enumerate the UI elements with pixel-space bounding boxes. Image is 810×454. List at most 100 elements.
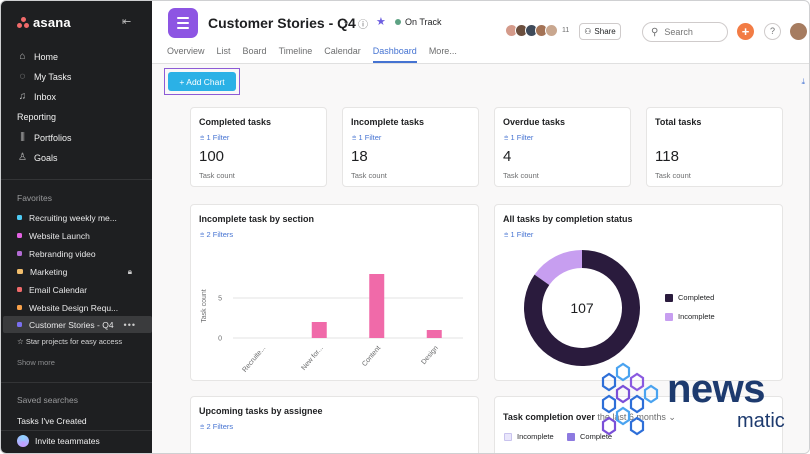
filter-label: 1 Filter: [206, 133, 230, 142]
tab-timeline[interactable]: Timeline: [279, 46, 313, 63]
filter-icon: ⩧: [504, 133, 509, 142]
bar: [426, 330, 442, 338]
sidebar-item-label: Goals: [34, 152, 58, 163]
favorite-project-customer-stories[interactable]: Customer Stories - Q4 •••: [3, 316, 152, 333]
stat-card-incomplete[interactable]: Incomplete tasks ⩧ 1 Filter 18 Task coun…: [342, 107, 479, 187]
card-title: Completed tasks: [199, 117, 272, 127]
project-color-dot: [17, 322, 22, 327]
show-more-link[interactable]: Show more: [17, 358, 55, 367]
status-badge[interactable]: On Track: [395, 17, 442, 27]
favorite-project-marketing[interactable]: Marketing 🔒︎: [17, 263, 146, 280]
filter-link[interactable]: ⩧ 1 Filter: [504, 133, 533, 143]
x-tick-label: Design: [420, 345, 439, 366]
help-button[interactable]: ?: [764, 23, 781, 40]
search-box[interactable]: ⚲: [642, 22, 728, 42]
lock-icon: 🔒︎: [127, 266, 132, 276]
stat-unit: Task count: [503, 171, 539, 180]
saved-search-tasks-created[interactable]: Tasks I've Created: [17, 416, 87, 426]
project-color-dot: [17, 233, 22, 238]
tab-dashboard[interactable]: Dashboard: [372, 46, 417, 63]
favorite-project-recruiting[interactable]: Recruiting weekly me...: [17, 209, 146, 226]
invite-label: Invite teammates: [35, 436, 100, 446]
favorite-label: Marketing: [30, 266, 68, 277]
tab-calendar[interactable]: Calendar: [324, 46, 361, 63]
favorite-project-email-calendar[interactable]: Email Calendar: [17, 281, 146, 298]
chart-card-upcoming-by-assignee[interactable]: Upcoming tasks by assignee ⩧ 2 Filters: [190, 396, 479, 453]
favorite-project-website-design[interactable]: Website Design Requ...: [17, 299, 146, 316]
filter-link[interactable]: ⩧ 2 Filters: [200, 422, 233, 432]
invite-teammates-button[interactable]: Invite teammates: [17, 435, 100, 447]
card-title-text: Task completion over: [503, 412, 595, 422]
tab-board[interactable]: Board: [243, 46, 267, 63]
legend-incomplete: Incomplete: [665, 312, 715, 321]
sidebar-item-goals[interactable]: ♙ Goals: [17, 152, 58, 163]
stat-card-total[interactable]: Total tasks 118 Task count: [646, 107, 783, 187]
add-chart-button[interactable]: + Add Chart: [168, 72, 236, 91]
project-title[interactable]: Customer Stories - Q4: [208, 15, 356, 31]
asana-logo-icon: [17, 17, 29, 28]
quick-add-button[interactable]: +: [737, 23, 754, 40]
user-avatar[interactable]: [790, 23, 807, 40]
filter-link[interactable]: ⩧ 1 Filter: [200, 133, 229, 143]
stat-card-completed[interactable]: Completed tasks ⩧ 1 Filter 100 Task coun…: [190, 107, 327, 187]
search-input[interactable]: [664, 27, 715, 37]
status-text: On Track: [405, 17, 442, 27]
favorites-header: Favorites: [17, 193, 52, 203]
sidebar-item-label: Portfolios: [34, 132, 72, 143]
favorite-label: Website Launch: [29, 230, 90, 241]
legend-completed: Completed: [665, 293, 714, 302]
bar-chart-icon: [17, 269, 23, 274]
stat-card-overdue[interactable]: Overdue tasks ⩧ 1 Filter 4 Task count: [494, 107, 631, 187]
download-icon[interactable]: ⤓: [801, 77, 805, 87]
x-tick-label: Content: [361, 345, 382, 368]
tab-more[interactable]: More...: [429, 46, 457, 63]
home-icon: ⌂: [19, 51, 26, 62]
chart-card-completion-status[interactable]: All tasks by completion status ⩧ 1 Filte…: [494, 204, 783, 381]
watermark-matic: matic: [737, 410, 785, 432]
project-tabs: Overview List Board Timeline Calendar Da…: [167, 46, 469, 63]
chevron-down-icon[interactable]: ⌄: [342, 16, 350, 27]
sidebar-item-inbox[interactable]: ♫ Inbox: [17, 91, 56, 102]
chart-card-incomplete-by-section[interactable]: Incomplete task by section ⩧ 2 Filters T…: [190, 204, 479, 381]
share-button[interactable]: ⚇ Share: [579, 23, 621, 40]
donut-center-value: 107: [570, 300, 594, 316]
project-list-icon[interactable]: [168, 8, 198, 38]
x-tick-label: New for...: [300, 345, 324, 372]
filter-link[interactable]: ⩧ 1 Filter: [504, 230, 533, 240]
card-title: All tasks by completion status: [503, 214, 633, 224]
member-count: 11: [562, 27, 570, 34]
filter-label: 2 Filters: [206, 230, 234, 239]
filter-icon: ⩧: [504, 230, 509, 239]
project-color-dot: [17, 215, 22, 220]
legend-swatch: [665, 293, 673, 302]
collapse-sidebar-icon[interactable]: ⇤: [122, 15, 131, 28]
favorite-project-website-launch[interactable]: Website Launch: [17, 227, 146, 244]
sidebar-item-label: My Tasks: [34, 71, 72, 82]
bar-chart-icon: ⫼: [20, 132, 25, 143]
more-options-icon[interactable]: •••: [124, 320, 136, 330]
star-icon[interactable]: ★: [376, 15, 386, 28]
card-title: Incomplete task by section: [199, 214, 315, 224]
sidebar-section-reporting[interactable]: Reporting: [17, 112, 56, 122]
favorite-project-rebranding[interactable]: Rebranding video: [17, 245, 146, 262]
sidebar-item-label: Inbox: [34, 91, 57, 102]
search-icon: ⚲: [651, 26, 659, 38]
legend-label: Incomplete: [678, 312, 715, 321]
info-icon[interactable]: ⓘ: [358, 16, 368, 31]
saved-search-label: Tasks I've Created: [17, 416, 87, 426]
stat-unit: Task count: [655, 171, 691, 180]
sidebar-item-portfolios[interactable]: ⫼ Portfolios: [17, 132, 72, 143]
sidebar-item-home[interactable]: ⌂ Home: [17, 51, 58, 62]
filter-link[interactable]: ⩧ 1 Filter: [352, 133, 381, 143]
tab-list[interactable]: List: [217, 46, 231, 63]
tab-overview[interactable]: Overview: [167, 46, 205, 63]
y-tick-label: 0: [218, 336, 222, 343]
stat-unit: Task count: [351, 171, 387, 180]
stat-unit: Task count: [199, 171, 235, 180]
filter-link[interactable]: ⩧ 2 Filters: [200, 230, 233, 240]
sidebar-item-label: Home: [34, 51, 59, 62]
asana-logo[interactable]: asana: [17, 15, 71, 30]
member-avatars[interactable]: [505, 24, 558, 37]
legend-swatch: [567, 432, 575, 441]
sidebar-item-my-tasks[interactable]: ◌ My Tasks: [17, 71, 72, 82]
